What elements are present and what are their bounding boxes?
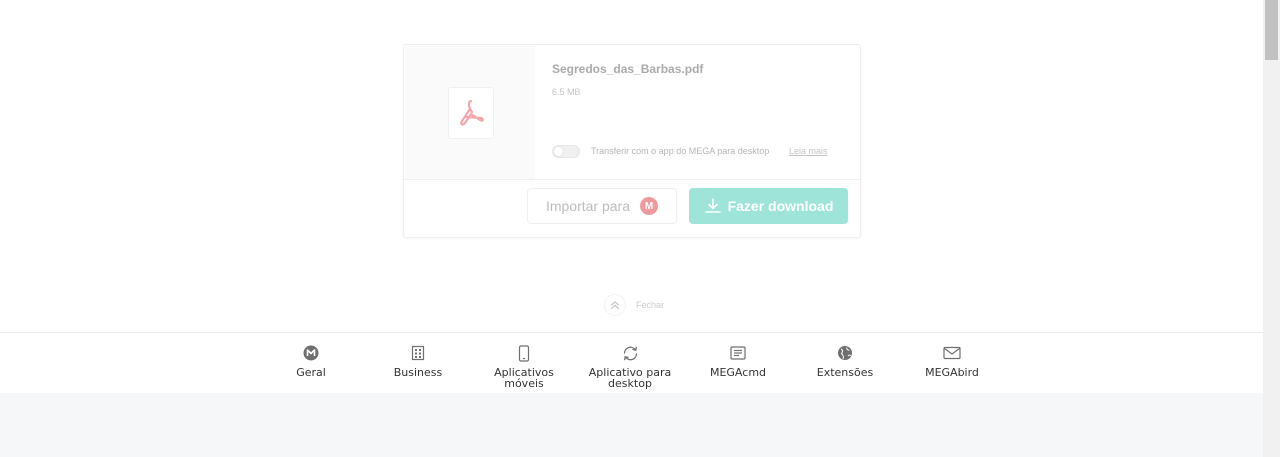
mega-logo-icon: M	[640, 197, 659, 215]
page-bottom-area	[0, 393, 1263, 457]
file-thumbnail	[448, 87, 494, 139]
building-icon	[411, 345, 425, 361]
pdf-icon	[460, 99, 484, 126]
desktop-app-toggle-label: Transferir com o app do MEGA para deskto…	[591, 146, 770, 156]
nav-item-desktop-app[interactable]: Aplicativo para desktop	[580, 344, 680, 389]
file-thumbnail-area	[405, 46, 535, 179]
nav-label-geral: Geral	[296, 366, 326, 379]
mega-logo-icon	[303, 345, 319, 361]
desktop-app-toggle[interactable]	[552, 145, 580, 158]
nav-label-extensions: Extensões	[816, 366, 874, 379]
vertical-scrollbar[interactable]	[1263, 0, 1280, 457]
download-label: Fazer download	[727, 198, 834, 214]
import-to-button[interactable]: Importar para M	[527, 188, 677, 224]
mail-icon	[943, 346, 961, 360]
terminal-icon	[730, 346, 746, 360]
nav-label-megabird: MEGAbird	[925, 366, 979, 379]
close-label: Fechar	[636, 300, 665, 310]
sync-icon	[623, 346, 637, 360]
footer-nav: Geral Business Aplicativos móveis Aplica…	[0, 332, 1263, 394]
download-icon	[704, 198, 721, 213]
double-chevron-up-icon	[604, 294, 626, 316]
learn-more-link[interactable]: Leia mais	[789, 146, 828, 156]
scrollbar-thumb[interactable]	[1265, 0, 1278, 60]
page: Segredos_das_Barbas.pdf 6.5 MB Transferi…	[0, 0, 1263, 457]
file-size: 6.5 MB	[552, 87, 581, 97]
nav-label-desktop-app: Aplicativo para desktop	[588, 366, 672, 390]
globe-icon	[838, 346, 852, 360]
import-to-label: Importar para	[545, 198, 631, 214]
nav-item-megacmd[interactable]: MEGAcmd	[688, 344, 788, 378]
phone-icon	[518, 344, 530, 362]
card-divider	[404, 179, 860, 180]
close-button[interactable]: Fechar	[604, 294, 664, 316]
nav-label-business: Business	[393, 366, 443, 379]
file-name: Segredos_das_Barbas.pdf	[552, 62, 704, 76]
nav-item-mobile-apps[interactable]: Aplicativos móveis	[474, 344, 574, 389]
nav-item-extensions[interactable]: Extensões	[795, 344, 895, 378]
download-button[interactable]: Fazer download	[689, 188, 848, 224]
nav-item-geral[interactable]: Geral	[261, 344, 361, 378]
nav-item-business[interactable]: Business	[368, 344, 468, 378]
nav-label-mobile-apps: Aplicativos móveis	[494, 366, 554, 390]
file-card: Segredos_das_Barbas.pdf 6.5 MB Transferi…	[403, 44, 861, 238]
nav-label-megacmd: MEGAcmd	[709, 366, 767, 379]
nav-item-megabird[interactable]: MEGAbird	[902, 344, 1002, 378]
